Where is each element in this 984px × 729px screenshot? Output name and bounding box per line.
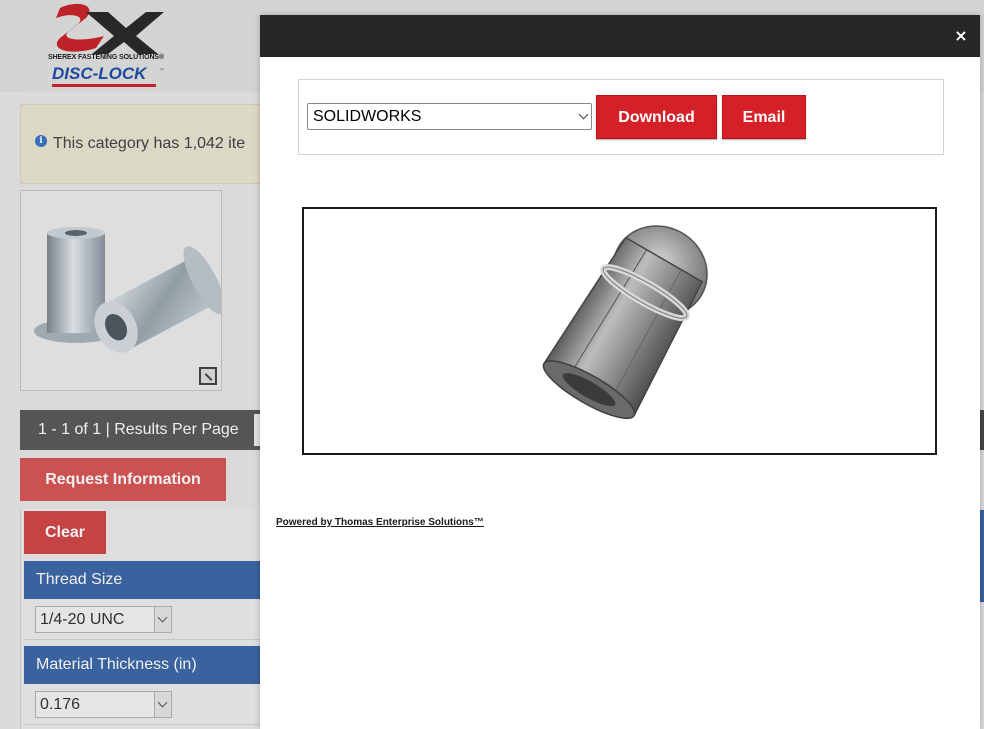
rivet-nut-3d-model [542,225,708,420]
cad-download-modal: × SOLIDWORKS Download Email Powered by T… [260,15,980,729]
chevron-down-icon [578,109,589,120]
modal-titlebar: × [260,15,980,57]
powered-by-link[interactable]: Powered by Thomas Enterprise Solutions™ [276,517,484,528]
download-button[interactable]: Download [596,95,717,139]
cad-format-value: SOLIDWORKS [313,108,422,125]
cad-model-preview[interactable] [302,207,937,455]
email-button[interactable]: Email [722,95,806,139]
close-icon[interactable]: × [952,27,970,45]
download-panel: SOLIDWORKS Download Email [298,79,944,155]
cad-format-select[interactable]: SOLIDWORKS [307,103,592,130]
